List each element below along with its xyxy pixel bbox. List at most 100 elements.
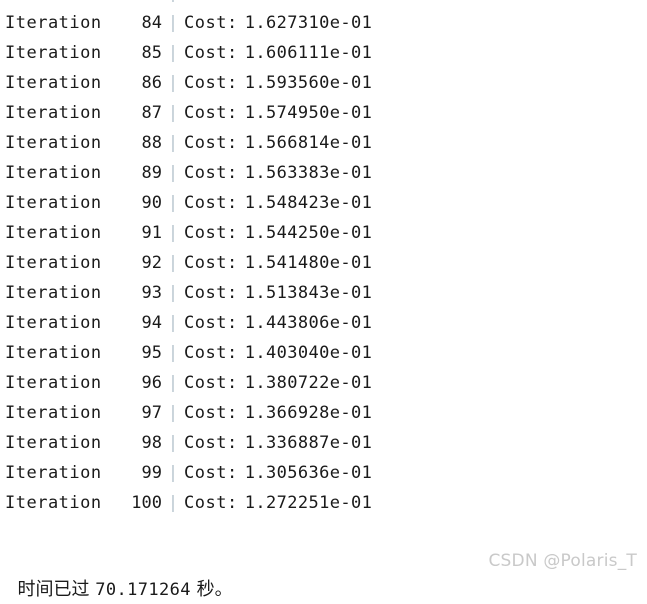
log-row-cost-label: Cost: bbox=[184, 433, 238, 453]
log-row-iteration: 84 bbox=[141, 13, 162, 33]
elapsed-seconds-value: 70.171264 bbox=[95, 580, 191, 600]
log-row: Iteration83|Cost:1.649273e-01 bbox=[0, 0, 647, 8]
log-row-cost-value: 1.574950e-01 bbox=[244, 103, 373, 123]
log-row-cost-label: Cost: bbox=[184, 253, 238, 273]
log-row-label: Iteration bbox=[5, 103, 102, 123]
log-row-iteration: 97 bbox=[141, 403, 162, 423]
log-row-separator: | bbox=[167, 373, 179, 393]
log-row-cost-label: Cost: bbox=[184, 163, 238, 183]
log-row-iteration: 89 bbox=[141, 163, 162, 183]
log-row-iteration: 93 bbox=[141, 283, 162, 303]
log-row-label: Iteration bbox=[5, 433, 102, 453]
log-row-label: Iteration bbox=[5, 193, 102, 213]
log-row-separator: | bbox=[167, 193, 179, 213]
log-row-label: Iteration bbox=[5, 253, 102, 273]
log-row-separator: | bbox=[167, 343, 179, 363]
log-row-iteration: 94 bbox=[141, 313, 162, 333]
log-row-cost-label: Cost: bbox=[184, 373, 238, 393]
log-row-separator: | bbox=[167, 283, 179, 303]
log-row: Iteration 84 | Cost: 1.627310e-01 bbox=[0, 8, 647, 38]
log-row: Iteration 93 | Cost: 1.513843e-01 bbox=[0, 278, 647, 308]
log-row-cost-value: 1.627310e-01 bbox=[244, 13, 373, 33]
log-row-cost-label: Cost: bbox=[184, 403, 238, 423]
log-row-iteration: 91 bbox=[141, 223, 162, 243]
log-row-cost-value: 1.272251e-01 bbox=[244, 493, 373, 513]
log-row-cost-value: 1.366928e-01 bbox=[244, 403, 373, 423]
log-row-label: Iteration bbox=[5, 343, 102, 363]
log-row-separator: | bbox=[167, 493, 179, 513]
log-row-separator: | bbox=[167, 403, 179, 423]
log-row-iteration: 96 bbox=[141, 373, 162, 393]
log-row-label: Iteration bbox=[5, 313, 102, 333]
log-row: Iteration 96 | Cost: 1.380722e-01 bbox=[0, 368, 647, 398]
log-row-separator: | bbox=[167, 313, 179, 333]
log-row-iteration: 92 bbox=[141, 253, 162, 273]
log-row-separator: | bbox=[167, 223, 179, 243]
log-row: Iteration 92 | Cost: 1.541480e-01 bbox=[0, 248, 647, 278]
log-row-label: Iteration bbox=[5, 43, 102, 63]
log-row-iteration: 83 bbox=[120, 0, 162, 8]
log-row-cost-label: Cost: bbox=[184, 193, 238, 213]
log-row-cost-label: Cost: bbox=[184, 283, 238, 303]
log-row-cost-label: Cost: bbox=[184, 223, 238, 243]
log-row-cost-label: Cost: bbox=[184, 493, 238, 513]
log-row-cost-value: 1.403040e-01 bbox=[244, 343, 373, 363]
log-row-cost-label: Cost: bbox=[184, 313, 238, 333]
log-row: Iteration 95 | Cost: 1.403040e-01 bbox=[0, 338, 647, 368]
log-row-cost-value: 1.566814e-01 bbox=[244, 133, 373, 153]
log-row-cost-label: Cost: bbox=[184, 43, 238, 63]
log-row: Iteration 99 | Cost: 1.305636e-01 bbox=[0, 458, 647, 488]
log-row-cost-value: 1.563383e-01 bbox=[244, 163, 373, 183]
log-row-label: Iteration bbox=[5, 13, 102, 33]
log-row-iteration: 100 bbox=[131, 493, 162, 513]
log-row-label: Iteration bbox=[5, 463, 102, 483]
log-row: Iteration 85 | Cost: 1.606111e-01 bbox=[0, 38, 647, 68]
log-row-cost-label: Cost: bbox=[184, 343, 238, 363]
log-row-cost-value: 1.305636e-01 bbox=[244, 463, 373, 483]
log-row-separator: | bbox=[162, 0, 184, 8]
log-row-separator: | bbox=[167, 253, 179, 273]
log-row-label: Iteration bbox=[5, 373, 102, 393]
log-row-cost-value: 1.336887e-01 bbox=[244, 433, 373, 453]
log-row-cost-label: Cost: bbox=[184, 133, 238, 153]
log-row-separator: | bbox=[167, 43, 179, 63]
log-row-separator: | bbox=[167, 13, 179, 33]
log-row: Iteration 91 | Cost: 1.544250e-01 bbox=[0, 218, 647, 248]
log-row: Iteration 100 | Cost: 1.272251e-01 bbox=[0, 488, 647, 518]
log-row-iteration: 88 bbox=[141, 133, 162, 153]
log-row: Iteration 87 | Cost: 1.574950e-01 bbox=[0, 98, 647, 128]
log-row-label: Iteration bbox=[5, 403, 102, 423]
log-row-cost-label: Cost: bbox=[184, 0, 238, 8]
elapsed-prefix-label: 时间已过 bbox=[17, 579, 90, 600]
log-row-iteration: 90 bbox=[141, 193, 162, 213]
elapsed-suffix-label: 秒。 bbox=[196, 579, 233, 600]
log-row-cost-label: Cost: bbox=[184, 103, 238, 123]
log-row-cost-value: 1.649273e-01 bbox=[238, 0, 373, 8]
log-row-cost-value: 1.380722e-01 bbox=[244, 373, 373, 393]
log-row-iteration: 99 bbox=[141, 463, 162, 483]
log-row-label: Iteration bbox=[0, 0, 120, 8]
log-row-separator: | bbox=[167, 463, 179, 483]
log-row-iteration: 98 bbox=[141, 433, 162, 453]
log-row-label: Iteration bbox=[5, 223, 102, 243]
log-row-cost-label: Cost: bbox=[184, 13, 238, 33]
log-row-separator: | bbox=[167, 163, 179, 183]
log-row-cost-value: 1.606111e-01 bbox=[244, 43, 373, 63]
log-row: Iteration 88 | Cost: 1.566814e-01 bbox=[0, 128, 647, 158]
log-row-cost-label: Cost: bbox=[184, 463, 238, 483]
log-row: Iteration 98 | Cost: 1.336887e-01 bbox=[0, 428, 647, 458]
log-row-label: Iteration bbox=[5, 283, 102, 303]
log-row-separator: | bbox=[167, 73, 179, 93]
log-row-iteration: 86 bbox=[141, 73, 162, 93]
log-row-label: Iteration bbox=[5, 133, 102, 153]
log-row: Iteration 97 | Cost: 1.366928e-01 bbox=[0, 398, 647, 428]
log-row-iteration: 85 bbox=[141, 43, 162, 63]
log-row-label: Iteration bbox=[5, 493, 102, 513]
log-row: Iteration 90 | Cost: 1.548423e-01 bbox=[0, 188, 647, 218]
log-row: Iteration 94 | Cost: 1.443806e-01 bbox=[0, 308, 647, 338]
log-row-iteration: 87 bbox=[141, 103, 162, 123]
log-row-separator: | bbox=[167, 433, 179, 453]
elapsed-time-line: 时间已过 70.171264 秒。 bbox=[6, 548, 233, 604]
log-row-iteration: 95 bbox=[141, 343, 162, 363]
log-row-cost-value: 1.593560e-01 bbox=[244, 73, 373, 93]
